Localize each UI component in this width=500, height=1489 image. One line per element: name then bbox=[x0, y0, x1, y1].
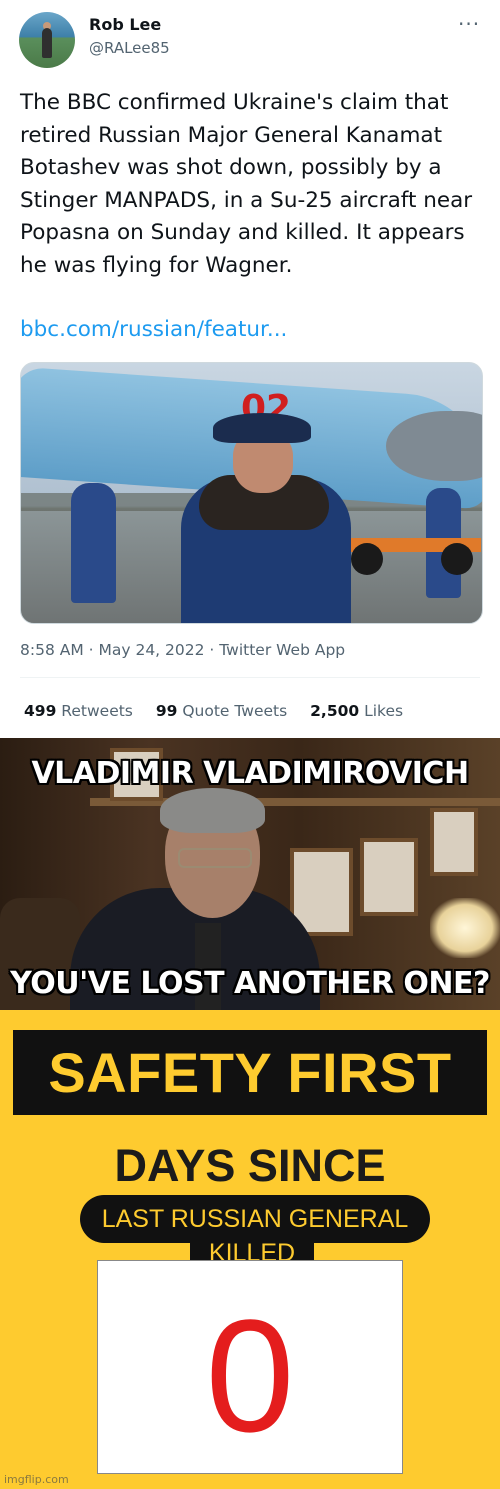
meme-page: Rob Lee @RALee85 ··· The BBC confirmed U… bbox=[0, 0, 500, 1489]
quote-tweets-stat[interactable]: 99 Quote Tweets bbox=[156, 702, 287, 720]
more-options-icon[interactable]: ··· bbox=[458, 12, 480, 36]
glasses-icon bbox=[178, 848, 252, 868]
days-counter-value: 0 bbox=[205, 1286, 295, 1465]
tweet-stats: 499 Retweets 99 Quote Tweets 2,500 Likes bbox=[24, 702, 421, 720]
avatar[interactable] bbox=[19, 12, 75, 68]
tweet-link[interactable]: bbc.com/russian/featur... bbox=[20, 314, 287, 347]
safety-first-banner: SAFETY FIRST bbox=[13, 1030, 487, 1115]
days-since-heading: DAYS SINCE bbox=[114, 1140, 386, 1191]
likes-stat[interactable]: 2,500 Likes bbox=[310, 702, 403, 720]
author-handle[interactable]: @RALee85 bbox=[89, 39, 170, 57]
safety-sign: SAFETY FIRST DAYS SINCE LAST RUSSIAN GEN… bbox=[0, 1010, 500, 1489]
author-name[interactable]: Rob Lee bbox=[89, 15, 161, 34]
retweets-stat[interactable]: 499 Retweets bbox=[24, 702, 133, 720]
last-general-pill: LAST RUSSIAN GENERAL bbox=[80, 1195, 430, 1243]
imgflip-watermark: imgflip.com bbox=[4, 1473, 69, 1486]
divider bbox=[20, 677, 480, 678]
meme-top-text: VLADIMIR VLADIMIROVICH bbox=[31, 756, 469, 791]
meme-bottom-text: YOU'VE LOST ANOTHER ONE? bbox=[10, 966, 490, 1001]
movie-still-panel: VLADIMIR VLADIMIROVICH YOU'VE LOST ANOTH… bbox=[0, 738, 500, 1010]
tweet-card: Rob Lee @RALee85 ··· The BBC confirmed U… bbox=[0, 0, 500, 738]
tweet-text: The BBC confirmed Ukraine's claim that r… bbox=[20, 90, 473, 278]
tweet-photo[interactable]: 02 bbox=[20, 362, 483, 624]
tweet-timestamp[interactable]: 8:58 AM · May 24, 2022 · Twitter Web App bbox=[20, 641, 345, 659]
days-counter-board: 0 bbox=[97, 1260, 403, 1474]
